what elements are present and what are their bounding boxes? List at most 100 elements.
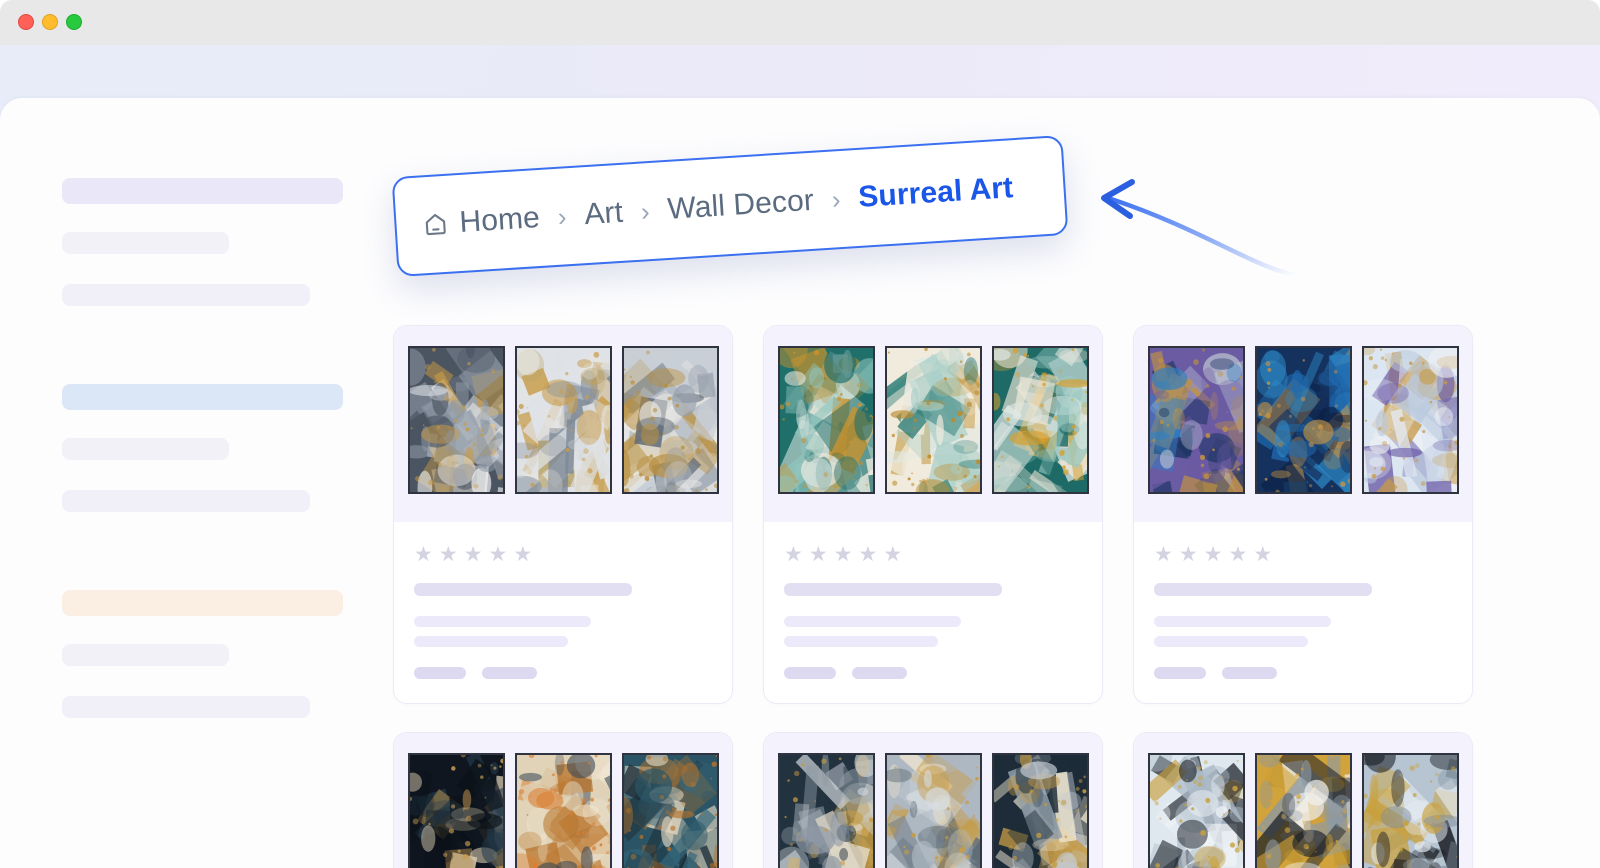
artwork-thumbnail[interactable] — [514, 346, 612, 494]
minimize-window-button[interactable] — [42, 14, 58, 30]
home-icon — [422, 211, 450, 239]
artwork-thumbnail[interactable] — [777, 753, 875, 868]
artwork-thumbnail[interactable] — [407, 346, 505, 494]
product-meta-skeleton-row — [414, 667, 712, 679]
breadcrumb-item-label: Home — [458, 200, 541, 239]
product-card[interactable]: ★★★★★ — [393, 325, 733, 704]
rating-stars[interactable]: ★ ★ ★ ★ ★ — [784, 544, 1082, 565]
product-desc-skeleton-line — [1154, 636, 1308, 647]
product-card[interactable]: ★★★★★ — [763, 732, 1103, 868]
product-card[interactable]: ★★★★★ — [1133, 732, 1473, 868]
artwork-thumbnail[interactable] — [1254, 753, 1352, 868]
artwork-thumbnail[interactable] — [991, 346, 1089, 494]
artwork-thumbnail[interactable] — [1361, 753, 1459, 868]
product-desc-skeleton-line — [784, 616, 961, 627]
sidebar-skeleton-bar — [62, 490, 310, 512]
star-icon: ★ — [1203, 543, 1223, 566]
artwork-canvas — [516, 755, 610, 868]
breadcrumb-separator-icon: › — [830, 183, 842, 215]
window-titlebar — [0, 0, 1600, 45]
product-tag-skeleton — [852, 667, 907, 679]
close-window-button[interactable] — [18, 14, 34, 30]
artwork-canvas — [1256, 348, 1350, 492]
star-icon: ★ — [488, 543, 508, 566]
artwork-canvas — [886, 755, 980, 868]
product-card-body: ★ ★ ★ ★ ★ — [1134, 522, 1472, 703]
star-icon: ★ — [1228, 543, 1248, 566]
star-icon: ★ — [808, 543, 828, 566]
breadcrumb-item-home[interactable]: Home — [422, 201, 541, 242]
artwork-thumbnail[interactable] — [1147, 346, 1245, 494]
artwork-canvas — [779, 348, 873, 492]
star-icon: ★ — [513, 543, 533, 566]
product-card-body: ★ ★ ★ ★ ★ — [394, 522, 732, 703]
breadcrumb-item-surreal-art[interactable]: Surreal Art — [857, 171, 1014, 215]
product-card[interactable]: ★★★★★ — [1133, 325, 1473, 704]
artwork-thumbnail[interactable] — [777, 346, 875, 494]
product-desc-skeleton-line — [1154, 616, 1331, 627]
product-card[interactable]: ★★★★★ — [763, 325, 1103, 704]
product-image-strip — [1134, 326, 1472, 522]
product-title-skeleton — [784, 583, 1002, 596]
artwork-thumbnail[interactable] — [621, 753, 719, 868]
star-icon: ★ — [858, 543, 878, 566]
artwork-canvas — [623, 755, 717, 868]
star-icon: ★ — [784, 543, 803, 566]
artwork-canvas — [623, 348, 717, 492]
product-meta-skeleton-row — [1154, 667, 1452, 679]
product-desc-skeleton-line — [414, 636, 568, 647]
product-desc-skeleton-line — [414, 616, 591, 627]
star-icon: ★ — [1253, 543, 1273, 566]
sidebar-skeleton-bar — [62, 644, 229, 666]
artwork-thumbnail[interactable] — [1147, 753, 1245, 868]
artwork-thumbnail[interactable] — [1361, 346, 1459, 494]
breadcrumb-item-art[interactable]: Art — [583, 196, 624, 232]
star-icon: ★ — [883, 543, 903, 566]
sidebar-skeleton-bar — [62, 232, 229, 254]
artwork-canvas — [409, 348, 503, 492]
artwork-canvas — [886, 348, 980, 492]
sidebar-skeleton-bar — [62, 178, 343, 204]
artwork-thumbnail[interactable] — [884, 753, 982, 868]
artwork-canvas — [1149, 348, 1243, 492]
product-desc-skeleton-line — [784, 636, 938, 647]
sidebar-skeleton-bar — [62, 438, 229, 460]
sidebar-skeleton-bar — [62, 284, 310, 306]
product-tag-skeleton — [1222, 667, 1277, 679]
maximize-window-button[interactable] — [66, 14, 82, 30]
product-price-skeleton — [784, 667, 836, 679]
artwork-thumbnail[interactable] — [621, 346, 719, 494]
product-meta-skeleton-row — [784, 667, 1082, 679]
rating-stars[interactable]: ★ ★ ★ ★ ★ — [1154, 544, 1452, 565]
product-price-skeleton — [414, 667, 466, 679]
rating-stars[interactable]: ★ ★ ★ ★ ★ — [414, 544, 712, 565]
star-icon: ★ — [438, 543, 458, 566]
artwork-thumbnail[interactable] — [884, 346, 982, 494]
star-icon: ★ — [414, 543, 433, 566]
artwork-canvas — [1363, 755, 1457, 868]
product-image-strip — [1134, 733, 1472, 868]
sidebar-skeleton-bar — [62, 384, 343, 410]
breadcrumb-separator-icon: › — [639, 195, 651, 227]
artwork-canvas — [409, 755, 503, 868]
breadcrumb-item-wall-decor[interactable]: Wall Decor — [666, 184, 814, 227]
product-image-strip — [764, 326, 1102, 522]
artwork-thumbnail[interactable] — [991, 753, 1089, 868]
artwork-thumbnail[interactable] — [407, 753, 505, 868]
artwork-thumbnail[interactable] — [514, 753, 612, 868]
product-tag-skeleton — [482, 667, 537, 679]
product-title-skeleton — [1154, 583, 1372, 596]
sidebar-skeleton-bar — [62, 696, 310, 718]
star-icon: ★ — [1178, 543, 1198, 566]
product-price-skeleton — [1154, 667, 1206, 679]
artwork-canvas — [1363, 348, 1457, 492]
star-icon: ★ — [833, 543, 853, 566]
star-icon: ★ — [463, 543, 483, 566]
artwork-canvas — [993, 755, 1087, 868]
sidebar-skeleton — [62, 178, 344, 718]
artwork-thumbnail[interactable] — [1254, 346, 1352, 494]
artwork-canvas — [1149, 755, 1243, 868]
product-grid: ★★★★★★★★★★★★★★★★★★★★★★★★★★★★★★ — [393, 325, 1483, 868]
product-card[interactable]: ★★★★★ — [393, 732, 733, 868]
artwork-canvas — [516, 348, 610, 492]
